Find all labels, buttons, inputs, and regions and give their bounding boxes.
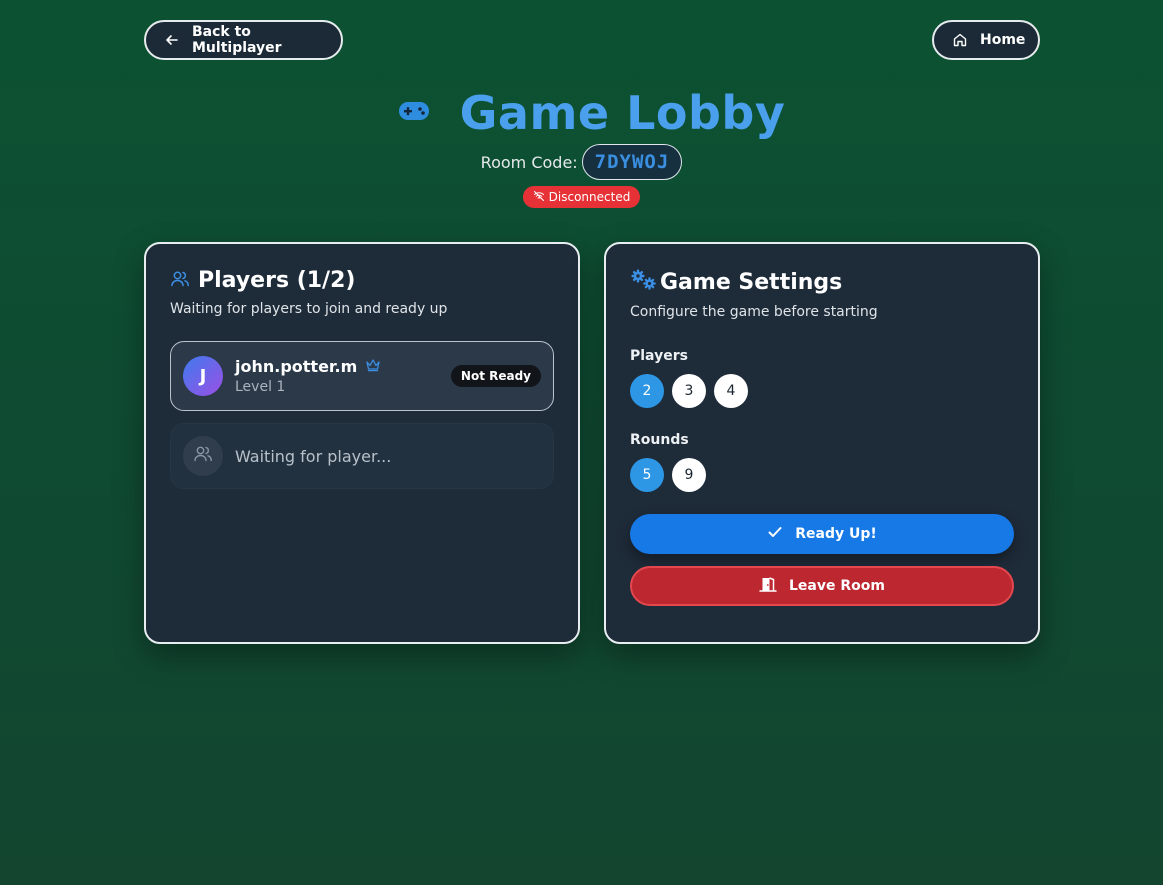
page-title: Game Lobby: [459, 86, 786, 140]
empty-player-slot: Waiting for player...: [170, 423, 554, 489]
door-exit-icon: [759, 576, 777, 596]
settings-panel-title: Game Settings: [660, 269, 843, 295]
leave-room-label: Leave Room: [789, 578, 885, 594]
round-count-options: 5 9: [630, 458, 1014, 492]
player-count-options: 2 3 4: [630, 374, 1014, 408]
players-panel: Players (1/2) Waiting for players to joi…: [144, 242, 580, 644]
gears-icon: [630, 268, 658, 296]
player-name: john.potter.m: [235, 357, 358, 376]
players-setting-label: Players: [630, 348, 688, 364]
home-icon: [952, 32, 968, 48]
player-count-option-2[interactable]: 2: [630, 374, 664, 408]
player-count-option-3[interactable]: 3: [672, 374, 706, 408]
arrow-left-icon: [164, 32, 180, 48]
players-panel-subtitle: Waiting for players to join and ready up: [170, 301, 448, 317]
leave-room-button[interactable]: Leave Room: [630, 566, 1014, 606]
player-row: J john.potter.m Level 1 Not Ready: [170, 341, 554, 411]
ready-up-label: Ready Up!: [795, 526, 877, 542]
connection-status-badge: Disconnected: [522, 186, 641, 208]
crown-icon: [365, 357, 381, 376]
rounds-setting-label: Rounds: [630, 432, 689, 448]
users-icon: [193, 444, 213, 468]
check-icon: [767, 524, 783, 544]
home-button[interactable]: Home: [932, 20, 1040, 60]
settings-panel-subtitle: Configure the game before starting: [630, 304, 878, 320]
game-settings-panel: Game Settings Configure the game before …: [604, 242, 1040, 644]
back-button-label: Back to Multiplayer: [192, 24, 282, 56]
ready-status-badge: Not Ready: [450, 365, 541, 387]
room-code-label: Room Code:: [480, 152, 578, 172]
empty-avatar: [183, 436, 223, 476]
wifi-off-icon: [533, 190, 545, 205]
avatar: J: [183, 356, 223, 396]
connection-status-text: Disconnected: [548, 190, 631, 204]
ready-up-button[interactable]: Ready Up!: [630, 514, 1014, 554]
lobby-header: Game Lobby Room Code: 7DYWOJ Disconnecte…: [0, 86, 1163, 208]
player-level: Level 1: [235, 379, 286, 395]
room-code-value[interactable]: 7DYWOJ: [581, 144, 683, 180]
back-to-multiplayer-button[interactable]: Back to Multiplayer: [144, 20, 343, 60]
users-icon: [170, 269, 190, 293]
waiting-text: Waiting for player...: [235, 446, 392, 466]
round-count-option-5[interactable]: 5: [630, 458, 664, 492]
home-button-label: Home: [980, 32, 1026, 48]
players-panel-title: Players (1/2): [198, 268, 356, 293]
round-count-option-9[interactable]: 9: [672, 458, 706, 492]
player-count-option-4[interactable]: 4: [714, 374, 748, 408]
gamepad-icon: [398, 100, 430, 126]
